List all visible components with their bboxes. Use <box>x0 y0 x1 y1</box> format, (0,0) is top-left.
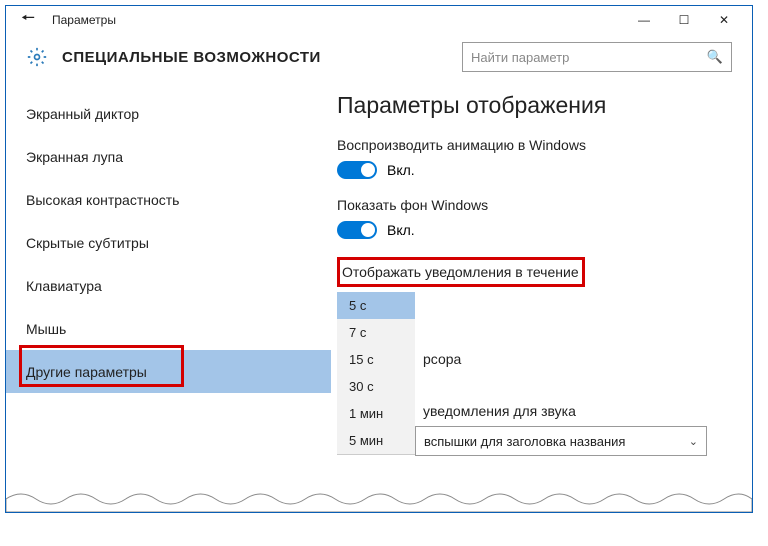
dropdown-option-label: 1 мин <box>349 406 383 421</box>
minimize-button[interactable]: — <box>624 8 664 32</box>
header-row: СПЕЦИАЛЬНЫЕ ВОЗМОЖНОСТИ Найти параметр 🔍 <box>6 34 752 86</box>
animation-toggle[interactable] <box>337 161 377 179</box>
background-toggle[interactable] <box>337 221 377 239</box>
dropdown-option-5s[interactable]: 5 с <box>337 292 415 319</box>
dropdown-option-30s[interactable]: 30 с <box>337 373 415 400</box>
section-title: СПЕЦИАЛЬНЫЕ ВОЗМОЖНОСТИ <box>62 49 321 66</box>
notification-duration-label-highlight: Отображать уведомления в течение <box>337 257 585 287</box>
dropdown-option-label: 5 мин <box>349 433 383 448</box>
page-heading: Параметры отображения <box>337 92 732 119</box>
search-placeholder: Найти параметр <box>471 50 707 65</box>
sidebar-item-label: Высокая контрастность <box>26 192 179 208</box>
chevron-down-icon: ⌄ <box>689 435 698 448</box>
animation-label: Воспроизводить анимацию в Windows <box>337 137 732 153</box>
dropdown-option-15s[interactable]: 15 с <box>337 346 415 373</box>
sidebar-item-captions[interactable]: Скрытые субтитры <box>6 221 331 264</box>
combo-value: вспышки для заголовка названия <box>424 434 625 449</box>
sidebar-item-keyboard[interactable]: Клавиатура <box>6 264 331 307</box>
sidebar-item-contrast[interactable]: Высокая контрастность <box>6 178 331 221</box>
animation-state: Вкл. <box>387 162 415 178</box>
background-state: Вкл. <box>387 222 415 238</box>
window-title: Параметры <box>52 13 116 27</box>
settings-window: 🠔 Параметры — ☐ ✕ СПЕЦИАЛЬНЫЕ ВОЗМОЖНОСТ… <box>5 5 753 513</box>
content-area: Экранный диктор Экранная лупа Высокая ко… <box>6 86 752 512</box>
sound-notifications-label: уведомления для звука <box>423 403 576 419</box>
sidebar-item-other[interactable]: Другие параметры <box>6 350 331 393</box>
sidebar-item-magnifier[interactable]: Экранная лупа <box>6 135 331 178</box>
dropdown-option-label: 15 с <box>349 352 374 367</box>
background-toggle-row: Вкл. <box>337 221 732 239</box>
visual-notifications-select[interactable]: вспышки для заголовка названия ⌄ <box>415 426 707 456</box>
sidebar-item-label: Экранный диктор <box>26 106 139 122</box>
titlebar: 🠔 Параметры — ☐ ✕ <box>6 6 752 34</box>
close-button[interactable]: ✕ <box>704 8 744 32</box>
sidebar-item-label: Экранная лупа <box>26 149 123 165</box>
background-label: Показать фон Windows <box>337 197 732 213</box>
search-icon: 🔍 <box>707 49 723 65</box>
dropdown-option-label: 30 с <box>349 379 374 394</box>
window-controls: — ☐ ✕ <box>624 8 744 32</box>
sidebar-item-mouse[interactable]: Мышь <box>6 307 331 350</box>
notification-duration-dropdown[interactable]: 5 с 7 с 15 с 30 с 1 мин 5 мин <box>337 292 415 455</box>
sidebar-item-label: Клавиатура <box>26 278 102 294</box>
cursor-label-fragment: рсора <box>423 351 461 367</box>
maximize-button[interactable]: ☐ <box>664 8 704 32</box>
sidebar-item-narrator[interactable]: Экранный диктор <box>6 92 331 135</box>
sidebar-item-label: Скрытые субтитры <box>26 235 149 251</box>
back-button[interactable]: 🠔 <box>14 7 42 34</box>
sidebar-item-label: Другие параметры <box>26 364 147 380</box>
dropdown-option-label: 5 с <box>349 298 366 313</box>
search-input[interactable]: Найти параметр 🔍 <box>462 42 732 72</box>
dropdown-option-7s[interactable]: 7 с <box>337 319 415 346</box>
dropdown-option-label: 7 с <box>349 325 366 340</box>
dropdown-option-1min[interactable]: 1 мин <box>337 400 415 427</box>
sidebar: Экранный диктор Экранная лупа Высокая ко… <box>6 86 331 512</box>
main-panel: Параметры отображения Воспроизводить ани… <box>331 86 752 512</box>
animation-toggle-row: Вкл. <box>337 161 732 179</box>
torn-edge-decoration <box>6 487 752 512</box>
sidebar-item-label: Мышь <box>26 321 66 337</box>
notification-duration-label: Отображать уведомления в течение <box>342 264 582 280</box>
dropdown-option-5min[interactable]: 5 мин <box>337 427 415 454</box>
gear-icon <box>26 46 48 68</box>
